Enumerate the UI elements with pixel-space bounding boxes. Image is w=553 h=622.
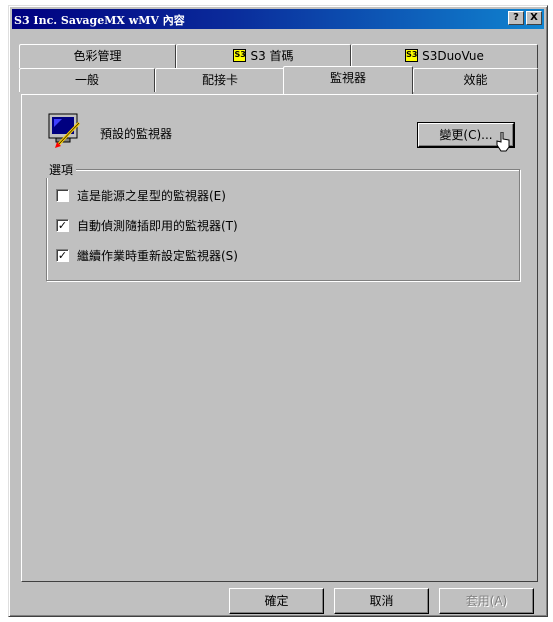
monitor-tab-panel: 預設的監視器 變更(C)... 選項 這是能源之星型的監視器(E) ✓ 自動偵測隨… (21, 94, 538, 582)
auto-detect-pnp-option[interactable]: ✓ 自動偵測隨插即用的監視器(T) (56, 217, 238, 234)
options-legend: 選項 (46, 161, 77, 178)
mouse-pointer-icon (496, 132, 510, 152)
tab-general[interactable]: 一般 (19, 68, 155, 92)
help-button[interactable]: ? (508, 11, 524, 25)
cancel-button[interactable]: 取消 (334, 588, 429, 614)
tab-s3duovue[interactable]: S3 S3DuoVue (351, 44, 538, 68)
tab-label: S3 首碼 (250, 49, 294, 63)
title-bar[interactable]: S3 Inc. SavageMX wMV 內容 ? X (12, 9, 544, 29)
tab-s3-overlay[interactable]: S3 S3 首碼 (176, 44, 351, 68)
tab-performance[interactable]: 效能 (413, 68, 538, 92)
reset-on-resume-option[interactable]: ✓ 繼續作業時重新設定監視器(S) (56, 247, 238, 264)
tab-label: 一般 (74, 73, 99, 87)
default-monitor-label: 預設的監視器 (100, 127, 173, 141)
properties-dialog: S3 Inc. SavageMX wMV 內容 ? X 色彩管理 S3 S3 首碼… (8, 5, 548, 617)
window-title: S3 Inc. SavageMX wMV 內容 (14, 14, 185, 27)
tab-monitor[interactable]: 監視器 (283, 66, 413, 94)
tab-label: 色彩管理 (73, 49, 122, 63)
ok-button[interactable]: 確定 (229, 588, 324, 614)
auto-detect-checkbox[interactable]: ✓ (56, 219, 69, 232)
energy-star-checkbox[interactable] (56, 189, 69, 202)
close-button[interactable]: X (526, 11, 542, 25)
option-label: 繼續作業時重新設定監視器(S) (77, 249, 238, 263)
option-label: 自動偵測隨插即用的監視器(T) (77, 219, 238, 233)
apply-button[interactable]: 套用(A) (439, 588, 534, 614)
tab-label: 監視器 (329, 71, 366, 85)
s3-chip-icon: S3 (233, 49, 247, 62)
option-label: 這是能源之星型的監視器(E) (77, 189, 226, 203)
tab-label: S3DuoVue (422, 49, 484, 63)
monitor-icon (48, 113, 81, 148)
tab-color-management[interactable]: 色彩管理 (19, 44, 176, 68)
tab-label: 配接卡 (201, 73, 238, 87)
tab-adapter[interactable]: 配接卡 (155, 68, 285, 92)
tab-label: 效能 (463, 73, 488, 87)
energy-star-option[interactable]: 這是能源之星型的監視器(E) (56, 187, 226, 204)
s3-chip-icon: S3 (405, 49, 419, 62)
reset-on-resume-checkbox[interactable]: ✓ (56, 249, 69, 262)
